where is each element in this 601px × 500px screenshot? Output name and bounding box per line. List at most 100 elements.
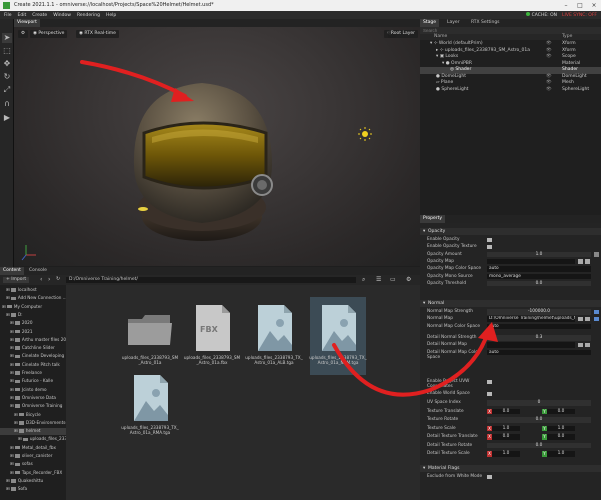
tree-item[interactable]: ⊞ Cinelate Developing [0,353,66,360]
thumbnail-size-icon[interactable]: ▭ [390,276,396,283]
tree-item[interactable]: ⊞ Catchline Slider [0,345,66,352]
maximize-icon[interactable]: □ [573,0,587,11]
tree-item[interactable]: ⊞ Omniverse Data [0,395,66,402]
tab-console[interactable]: Console [26,267,50,275]
tree-item[interactable]: ⊞ Arthu master files 2018 [0,337,66,344]
opacity-threshold-slider[interactable]: 0.0 [487,280,591,287]
stage-row-spherelight[interactable]: ● SphereLight 👁 SphereLight [420,87,601,94]
detail-normal-map-color-space-select[interactable]: auto [487,349,591,356]
tree-item[interactable]: ⊞ helmet [0,428,66,435]
tree-item[interactable]: ⊞ 2020 [0,320,66,327]
path-field[interactable]: D:/Omniverse Training/helmet/ [66,277,356,283]
folder-icon[interactable] [578,342,583,348]
normal-map-strength-slider[interactable]: -100000.0 [487,309,591,315]
dome-light-icon[interactable] [138,207,148,211]
play-icon[interactable]: ▶ [2,113,12,123]
select-tool-icon[interactable]: ➤ [2,33,12,43]
texture-translate-x[interactable]: 0.0 [492,408,520,414]
detail-normal-strength-slider[interactable]: 0.3 [487,335,591,341]
section-material-flags[interactable]: Material Flags [420,465,601,472]
tree-item[interactable]: ⊞ Futurice - Kalle [0,378,66,385]
opacity-map-field[interactable] [487,258,575,265]
folder-icon[interactable] [578,259,583,264]
tree-item[interactable]: ⊞ Jcinto demo [0,387,66,394]
snap-tool-icon[interactable]: ∩ [2,99,12,109]
refresh-icon[interactable]: ↻ [56,276,60,282]
reset-icon[interactable] [594,316,599,322]
tree-item[interactable]: ⊞ oliver_canister [0,453,66,460]
menu-window[interactable]: Window [53,13,71,18]
enable-opacity-texture-checkbox[interactable] [487,244,492,250]
texture-translate-y[interactable]: 0.0 [547,408,575,414]
viewport[interactable]: ⚙ ◉ Perspective ◉ RTX Real-time 👁 Root L… [14,27,420,266]
section-opacity[interactable]: Opacity [420,228,601,235]
sphere-light-icon[interactable] [358,127,372,141]
forward-icon[interactable]: › [48,276,50,283]
reset-icon[interactable] [594,309,599,314]
texture-scale-x[interactable]: 1.0 [492,425,520,431]
tree-item[interactable]: ⊞ Quakeshittu [0,478,66,485]
detail-rotate-slider[interactable]: 0.0 [487,442,591,448]
tree-item[interactable]: ⊞ Cinelate Pitch talk [0,362,66,369]
menu-edit[interactable]: Edit [18,13,27,18]
name-column-header[interactable]: Name [434,34,447,40]
tree-item[interactable]: ⊞ D3D-Environments-Factory-Se [0,420,66,427]
tab-property[interactable]: Property [420,215,446,223]
detail-translate-y[interactable]: 0.0 [547,434,575,440]
tree-item[interactable]: ⊞ Freelance [0,370,66,377]
cache-status[interactable]: CACHE: ON [525,12,557,18]
tab-stage[interactable]: Stage [420,19,440,27]
menu-rendering[interactable]: Rendering [77,13,100,18]
menu-help[interactable]: Help [106,13,116,18]
enable-project-uvw-checkbox[interactable] [487,379,492,384]
selection-mode-icon[interactable]: ⬚ [2,46,12,56]
enable-world-space-checkbox[interactable] [487,391,492,396]
detail-normal-map-field[interactable] [487,342,575,348]
close-icon[interactable]: × [587,0,601,11]
list-view-icon[interactable]: ☰ [376,276,381,283]
move-tool-icon[interactable]: ✥ [2,59,12,69]
reset-icon[interactable] [594,252,599,257]
menu-file[interactable]: File [4,13,12,18]
texture-scale-y[interactable]: 1.0 [547,425,575,431]
tab-layer[interactable]: Layer [444,19,463,27]
enable-opacity-checkbox[interactable] [487,237,492,242]
tree-item[interactable]: ⊞ Metal_detail_fbx [0,445,66,452]
detail-scale-y[interactable]: 1.0 [547,451,575,457]
exclude-white-mode-checkbox[interactable] [487,474,492,479]
tree-item[interactable]: ⊞ uploads_files_2338793_SM_A [0,436,66,443]
live-sync-status[interactable]: LIVE SYNC: OFF [562,13,597,18]
tab-rtx-settings[interactable]: RTX Settings [468,19,503,27]
section-normal[interactable]: Normal [420,300,601,307]
texture-rotate-slider[interactable]: 0.0 [487,417,591,423]
tab-viewport[interactable]: Viewport [14,19,40,27]
opacity-amount-slider[interactable]: 1.0 [487,251,591,258]
locate-icon[interactable] [585,316,590,322]
back-icon[interactable]: ‹ [40,276,42,283]
tab-content[interactable]: Content [0,267,24,275]
tree-item[interactable]: ⊞ 2021 [0,329,66,336]
settings-icon[interactable]: ⚙ [406,276,411,283]
visibility-icon[interactable]: 👁 [546,87,552,94]
uv-space-index-slider[interactable]: 0 [487,400,591,406]
detail-translate-x[interactable]: 0.0 [492,434,520,440]
locate-icon[interactable] [585,259,590,264]
menu-create[interactable]: Create [32,13,47,18]
tree-item[interactable]: ⊞ localhost [0,287,66,294]
tree-item[interactable]: ⊞ My Computer [0,304,66,311]
detail-scale-x[interactable]: 1.0 [492,451,520,457]
tree-item[interactable]: ⊞ Omniverse Training [0,403,66,410]
tree-item[interactable]: ⊞ Taps_Recorder_FBX [0,470,66,477]
helmet-model[interactable] [133,83,273,241]
tree-item[interactable]: ⊞ sofas [0,461,66,468]
opacity-map-color-space-select[interactable]: auto [487,266,591,272]
folder-icon[interactable] [578,316,583,322]
tree-item[interactable]: ⊞ Bicycle [0,412,66,419]
tree-item[interactable]: ⊞ Sofa [0,486,66,493]
search-icon[interactable]: ⌕ [362,276,365,284]
minimize-icon[interactable]: – [559,0,573,11]
normal-map-field[interactable]: D:\Omniverse Training\helmet\uploads_fil [487,316,575,322]
rotate-tool-icon[interactable]: ↻ [2,72,12,82]
locate-icon[interactable] [585,342,590,348]
type-column-header[interactable]: Type [562,34,572,40]
